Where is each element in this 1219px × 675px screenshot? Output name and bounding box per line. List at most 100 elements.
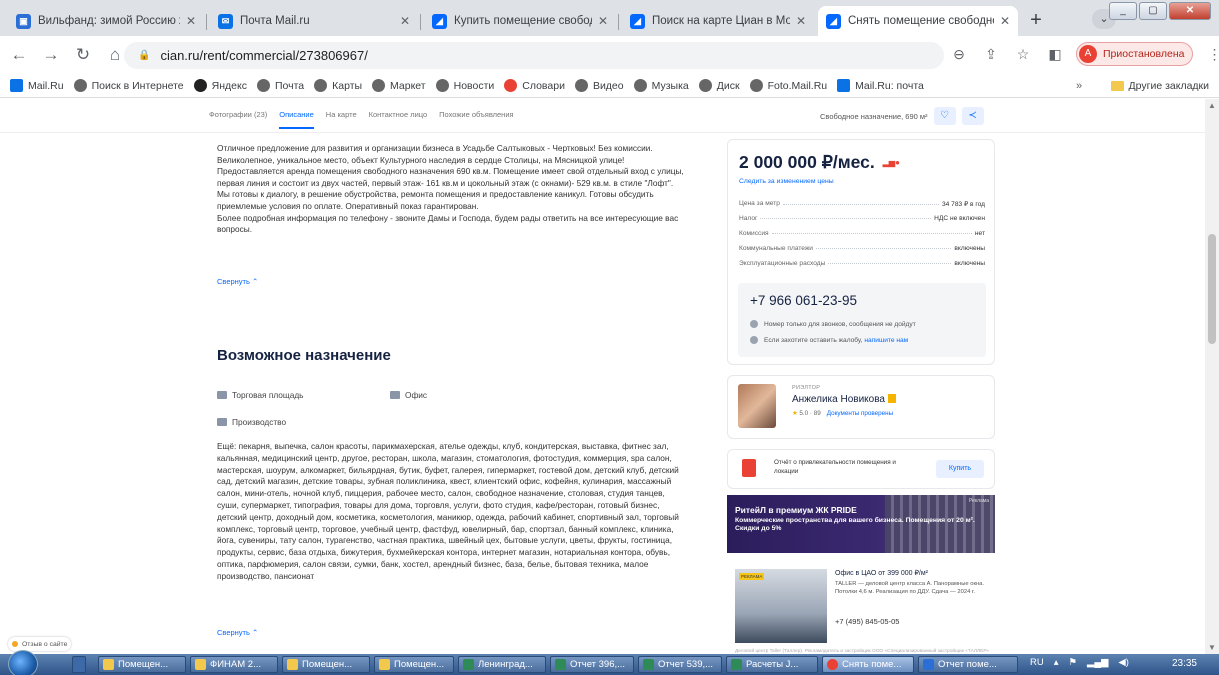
tab-0[interactable]: ▣ Вильфанд: зимой Россию жд ✕ xyxy=(8,6,204,36)
taskbar-item[interactable]: Помещен... xyxy=(282,656,370,673)
scrollbar[interactable]: ▲ ▼ xyxy=(1205,99,1219,654)
office-ad[interactable]: РЕКЛАМА Офис в ЦАО от 399 000 ₽/м² TALLE… xyxy=(727,561,995,654)
collapse-description-link[interactable]: Свернуть ⌃ xyxy=(217,277,258,286)
feedback-button[interactable]: Отзыв о сайте xyxy=(8,637,72,651)
factory-icon xyxy=(217,418,227,426)
close-icon[interactable]: ✕ xyxy=(186,14,196,28)
price-chart-icon[interactable]: ▂▅● xyxy=(883,158,900,167)
ad-banner[interactable]: Реклама РитейЛ в премиум ЖК PRIDE Коммер… xyxy=(727,495,995,553)
ad-image: РЕКЛАМА xyxy=(735,569,827,643)
bookmark-item[interactable]: Диск xyxy=(698,79,740,92)
subnav-map[interactable]: На карте xyxy=(326,110,357,129)
taskbar-item[interactable]: Ленинград... xyxy=(458,656,546,673)
window-close-icon[interactable]: ✕ xyxy=(1169,2,1211,20)
avatar: А xyxy=(1079,45,1097,63)
taskbar-item[interactable]: Расчеты J... xyxy=(726,656,818,673)
share-icon[interactable]: ⇪ xyxy=(980,41,1002,67)
reload-icon[interactable]: ↻ xyxy=(70,42,96,68)
ad-phone: +7 (495) 845-05-05 xyxy=(835,617,900,626)
window-controls: _ ▢ ✕ xyxy=(1109,2,1211,20)
bookmark-item[interactable]: Mail.Ru xyxy=(10,79,64,92)
profile-button[interactable]: А Приостановлена xyxy=(1076,42,1194,66)
subnav-description[interactable]: Описание xyxy=(279,110,314,129)
tab-title: Почта Mail.ru xyxy=(240,15,310,27)
complaint-link[interactable]: напишите нам xyxy=(864,337,908,344)
tab-2[interactable]: ◢ Купить помещение свободно ✕ xyxy=(424,6,616,36)
start-button[interactable] xyxy=(8,650,38,675)
show-desktop-icon[interactable] xyxy=(72,656,86,673)
bookmarks-overflow[interactable]: » xyxy=(1076,80,1082,92)
subnav-contact[interactable]: Контактное лицо xyxy=(369,110,428,129)
folder-icon xyxy=(379,659,390,670)
menu-icon[interactable]: ⋮ xyxy=(1203,41,1219,67)
bookmark-item[interactable]: Foto.Mail.Ru xyxy=(749,79,827,92)
side-panel-icon[interactable]: ◧ xyxy=(1044,41,1066,67)
close-icon[interactable]: ✕ xyxy=(796,14,806,28)
tab-1[interactable]: ✉ Почта Mail.ru ✕ xyxy=(210,6,418,36)
bookmark-item[interactable]: Музыка xyxy=(633,79,689,92)
taskbar-item[interactable]: Помещен... xyxy=(98,656,186,673)
purpose-heading: Возможное назначение xyxy=(217,347,391,364)
bookmark-item[interactable]: Маркет xyxy=(372,79,426,92)
mailru-icon xyxy=(837,79,851,92)
bookmark-item[interactable]: Поиск в Интернете xyxy=(73,79,184,92)
bookmark-item[interactable]: Карты xyxy=(314,79,362,92)
bookmark-item[interactable]: Почта xyxy=(256,79,304,92)
subnav-photos[interactable]: Фотографии (23) xyxy=(209,110,267,129)
bookmark-item[interactable]: Mail.Ru: почта xyxy=(837,79,924,92)
scrollbar-thumb[interactable] xyxy=(1208,234,1216,344)
bookmark-item[interactable]: Яндекс xyxy=(193,79,247,92)
tray-arrow-icon[interactable]: ▴ xyxy=(1054,657,1059,668)
folder-icon xyxy=(1110,80,1124,91)
tab-4-active[interactable]: ◢ Снять помещение свободно ✕ xyxy=(818,6,1018,36)
folder-icon xyxy=(103,659,114,670)
maximize-icon[interactable]: ▢ xyxy=(1139,2,1167,20)
close-icon[interactable]: ✕ xyxy=(400,14,410,28)
taskbar-item[interactable]: Отчет поме... xyxy=(918,656,1018,673)
agent-name: Анжелика Новикова xyxy=(792,394,896,405)
forward-icon[interactable]: → xyxy=(38,42,64,68)
volume-icon[interactable]: ◀) xyxy=(1118,657,1128,668)
subnav-similar[interactable]: Похожие объявления xyxy=(439,110,513,129)
minimize-icon[interactable]: _ xyxy=(1109,2,1137,20)
other-bookmarks[interactable]: Другие закладки xyxy=(1110,80,1209,92)
agent-photo xyxy=(738,384,776,428)
back-icon[interactable]: ← xyxy=(6,42,32,68)
language-indicator[interactable]: RU xyxy=(1030,657,1044,668)
offer-row: Налог НДС не включен xyxy=(739,215,985,222)
taskbar-item-active[interactable]: Снять поме... xyxy=(822,656,914,673)
address-bar[interactable]: 🔒 cian.ru/rent/commercial/273806967/ xyxy=(124,42,944,69)
word-icon xyxy=(923,659,934,670)
agent-card[interactable]: РИЭЛТОР Анжелика Новикова ★ 5.0 · 89 Доку… xyxy=(727,375,995,439)
globe-icon xyxy=(314,79,328,92)
zoom-icon[interactable]: ⊖ xyxy=(948,41,970,67)
scroll-down-icon: ▼ xyxy=(1208,643,1216,652)
bookmark-item[interactable]: Видео xyxy=(574,79,624,92)
tab-3[interactable]: ◢ Поиск на карте Циан в Моск ✕ xyxy=(622,6,814,36)
share-icon[interactable]: ≺ xyxy=(961,107,984,125)
follow-price-link[interactable]: Следить за изменением цены xyxy=(739,178,834,185)
agent-role: РИЭЛТОР xyxy=(792,385,821,391)
close-icon[interactable]: ✕ xyxy=(1000,14,1010,28)
cian-icon: ◢ xyxy=(432,13,447,29)
lock-icon: 🔒 xyxy=(138,50,151,61)
flag-icon[interactable]: ⚑ xyxy=(1069,657,1078,668)
close-icon[interactable]: ✕ xyxy=(598,14,608,28)
bookmark-item[interactable]: Словари xyxy=(504,79,565,92)
bookmark-star-icon[interactable]: ☆ xyxy=(1012,41,1034,67)
collapse-purpose-link[interactable]: Свернуть ⌃ xyxy=(217,628,258,637)
buy-report-button[interactable]: Купить xyxy=(936,460,984,478)
taskbar-item[interactable]: ФИНАМ 2... xyxy=(190,656,278,673)
favorite-heart-icon[interactable]: ♡ xyxy=(933,107,956,125)
taskbar-item[interactable]: Отчет 539,... xyxy=(638,656,722,673)
globe-icon xyxy=(749,79,763,92)
taskbar-item[interactable]: Отчет 396,... xyxy=(550,656,634,673)
info-icon xyxy=(750,336,758,344)
phone-number[interactable]: +7 966 061-23-95 xyxy=(750,293,857,308)
clock[interactable]: 23:35 xyxy=(1172,658,1197,669)
bookmark-item[interactable]: Новости xyxy=(435,79,494,92)
new-tab-button[interactable]: + xyxy=(1024,9,1048,33)
taskbar-item[interactable]: Помещен... xyxy=(374,656,454,673)
mailru-icon xyxy=(10,79,23,92)
network-icon[interactable]: ▂▄▆ xyxy=(1087,657,1108,668)
